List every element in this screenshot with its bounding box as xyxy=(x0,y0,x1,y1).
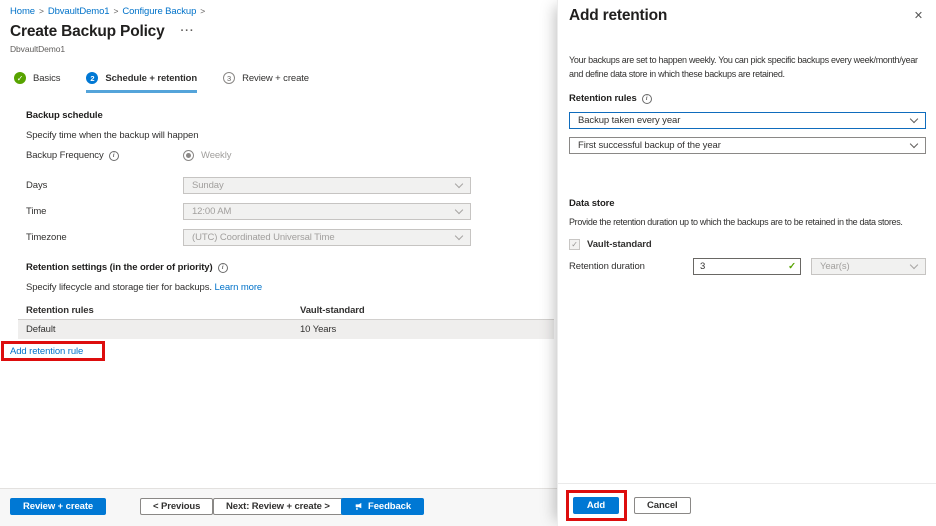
column-retention-rules: Retention rules xyxy=(26,304,94,316)
time-select: 12:00 AM xyxy=(183,203,471,220)
retention-rule-frequency-select[interactable]: Backup taken every year xyxy=(569,112,926,129)
step-3-icon: 3 xyxy=(223,72,236,84)
table-header-row: Retention rules Vault-standard xyxy=(18,301,554,320)
retention-duration-label: Retention duration xyxy=(569,261,645,272)
chevron-down-icon xyxy=(454,179,464,189)
wizard-footer: Review + create < Previous Next: Review … xyxy=(0,488,557,526)
vault-standard-label: Vault-standard xyxy=(587,239,652,250)
add-retention-panel: Add retention ✕ Your backups are set to … xyxy=(557,0,936,526)
add-button[interactable]: Add xyxy=(573,497,619,514)
data-store-heading: Data store xyxy=(569,198,615,209)
check-circle-icon: ✓ xyxy=(14,72,26,84)
timezone-select: (UTC) Coordinated Universal Time xyxy=(183,229,471,246)
retention-duration-field: ✓ xyxy=(693,258,801,275)
frequency-radio-group: Weekly xyxy=(183,150,231,161)
duration-unit-select: Year(s) xyxy=(811,258,926,275)
next-button[interactable]: Next: Review + create > xyxy=(213,498,343,515)
page-title: Create Backup Policy ··· xyxy=(10,23,195,40)
step-2-icon: 2 xyxy=(86,72,99,84)
breadcrumb-separator: > xyxy=(200,6,206,16)
close-icon[interactable]: ✕ xyxy=(914,9,923,22)
breadcrumb-separator: > xyxy=(38,6,44,16)
breadcrumb-dbvaultdemo1[interactable]: DbvaultDemo1 xyxy=(48,6,110,17)
backup-schedule-description: Specify time when the backup will happen xyxy=(26,130,199,141)
page-subtitle: DbvaultDemo1 xyxy=(10,44,66,54)
chevron-down-icon xyxy=(909,139,919,149)
retention-duration-input[interactable] xyxy=(693,258,801,275)
panel-title: Add retention xyxy=(569,7,668,24)
learn-more-link[interactable]: Learn more xyxy=(214,282,262,293)
breadcrumb-home[interactable]: Home xyxy=(10,6,35,17)
breadcrumb: Home > DbvaultDemo1 > Configure Backup > xyxy=(10,6,209,17)
tab-label: Schedule + retention xyxy=(105,72,198,84)
days-select: Sunday xyxy=(183,177,471,194)
create-backup-policy-page: Home > DbvaultDemo1 > Configure Backup > Crea… xyxy=(0,0,557,526)
weekly-radio xyxy=(183,150,194,161)
info-icon: i xyxy=(641,93,652,104)
rule-value-cell: 10 Years xyxy=(300,324,337,335)
add-retention-rule-link[interactable]: Add retention rule xyxy=(10,346,83,357)
retention-rules-table: Retention rules Vault-standard Default 1… xyxy=(18,301,554,339)
tab-label: Review + create xyxy=(242,72,309,84)
column-vault-standard: Vault-standard xyxy=(300,304,365,316)
tab-label: Basics xyxy=(33,72,61,84)
retention-rules-heading: Retention rules i xyxy=(569,93,652,104)
previous-button[interactable]: < Previous xyxy=(140,498,214,515)
data-store-description: Provide the retention duration up to whi… xyxy=(569,217,903,227)
backup-frequency-label: Backup Frequency i xyxy=(26,150,119,161)
feedback-megaphone-icon xyxy=(354,502,363,511)
weekly-radio-label: Weekly xyxy=(201,150,232,161)
valid-check-icon: ✓ xyxy=(788,261,796,272)
days-label: Days xyxy=(26,180,48,191)
vault-standard-checkbox-row: ✓ Vault-standard xyxy=(569,239,652,250)
breadcrumb-separator: > xyxy=(113,6,119,16)
tab-basics[interactable]: ✓ Basics xyxy=(14,72,60,93)
wizard-tabs: ✓ Basics 2 Schedule + retention 3 Review… xyxy=(14,72,309,93)
timezone-label: Timezone xyxy=(26,232,67,243)
info-icon: i xyxy=(217,262,228,273)
chevron-down-icon xyxy=(454,205,464,215)
info-icon: i xyxy=(108,150,119,161)
tab-review-create[interactable]: 3 Review + create xyxy=(223,72,309,93)
review-create-button[interactable]: Review + create xyxy=(10,498,107,515)
panel-footer: Add Cancel xyxy=(558,483,936,526)
breadcrumb-configure-backup[interactable]: Configure Backup xyxy=(122,6,196,17)
time-label: Time xyxy=(26,206,47,217)
chevron-down-icon xyxy=(454,231,464,241)
retention-rule-criteria-select[interactable]: First successful backup of the year xyxy=(569,137,926,154)
table-row[interactable]: Default 10 Years xyxy=(18,320,554,339)
vault-standard-checkbox: ✓ xyxy=(569,239,580,250)
feedback-button[interactable]: Feedback xyxy=(341,498,425,515)
tab-schedule-retention[interactable]: 2 Schedule + retention xyxy=(86,72,197,93)
more-options-icon[interactable]: ··· xyxy=(181,25,195,37)
cancel-button[interactable]: Cancel xyxy=(634,497,691,514)
rule-name-cell: Default xyxy=(26,324,56,335)
chevron-down-icon xyxy=(909,260,919,270)
chevron-down-icon xyxy=(909,114,919,124)
retention-settings-description: Specify lifecycle and storage tier for b… xyxy=(26,282,263,293)
backup-schedule-heading: Backup schedule xyxy=(26,110,103,121)
panel-description: Your backups are set to happen weekly. Y… xyxy=(569,55,918,79)
retention-settings-heading: Retention settings (in the order of prio… xyxy=(26,262,228,273)
